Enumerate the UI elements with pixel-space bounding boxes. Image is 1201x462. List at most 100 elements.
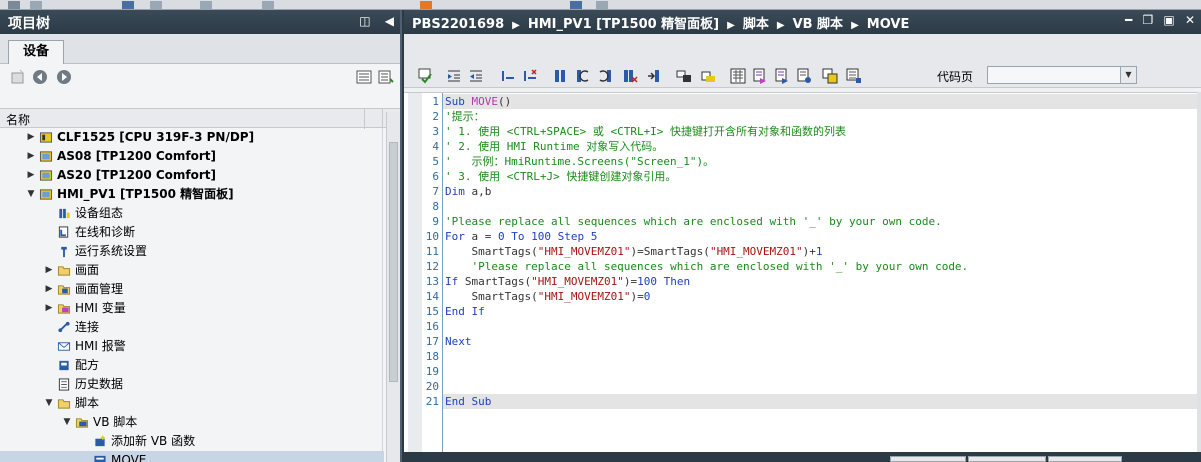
tree-item[interactable]: ▶ HMI 变量: [0, 299, 384, 318]
tree-item[interactable]: ▶ 画面: [0, 261, 384, 280]
go-to-line-icon[interactable]: [646, 68, 662, 84]
breadcrumb-item[interactable]: HMI_PV1 [TP1500 精智面板]: [528, 17, 719, 32]
check-syntax-icon[interactable]: [418, 68, 434, 84]
toolbar-icon[interactable]: [420, 1, 432, 9]
clear-bookmarks-icon[interactable]: [622, 68, 638, 84]
overview-icon[interactable]: [378, 69, 394, 85]
breadcrumb-item[interactable]: 脚本: [743, 17, 769, 32]
tree-item[interactable]: 历史数据: [0, 375, 384, 394]
tree-item[interactable]: 运行系统设置: [0, 242, 384, 261]
tree-item[interactable]: ▶ 画面管理: [0, 280, 384, 299]
code-line[interactable]: 'Please replace all sequences which are …: [445, 214, 942, 229]
bottom-tab[interactable]: [890, 456, 966, 462]
chevron-down-icon[interactable]: ▼: [1120, 67, 1136, 83]
add-device-icon[interactable]: [10, 69, 26, 85]
project-tree-scrollbar[interactable]: [386, 112, 400, 462]
code-line[interactable]: If SmartTags("HMI_MOVEMZ01")=100 Then: [445, 274, 690, 289]
tree-item[interactable]: ▶ AS08 [TP1200 Comfort]: [0, 147, 384, 166]
caret-right-icon[interactable]: ▶: [44, 299, 54, 318]
code-line[interactable]: ' 2. 使用 HMI Runtime 对象写入代码。: [445, 139, 663, 154]
code-line[interactable]: ' 示例：HmiRuntime.Screens("Screen_1")。: [445, 154, 714, 169]
line-number: 7: [432, 185, 439, 198]
function-list-icon[interactable]: [752, 68, 768, 84]
tree-item[interactable]: MOVE: [0, 451, 384, 462]
insert-object-icon[interactable]: [676, 68, 692, 84]
code-line[interactable]: SmartTags("HMI_MOVEMZ01")=0: [445, 289, 650, 304]
insert-snippet-icon[interactable]: [700, 68, 716, 84]
line-number: 18: [425, 350, 439, 363]
forward-icon[interactable]: [56, 69, 72, 85]
back-icon[interactable]: [32, 69, 48, 85]
tree-item[interactable]: 配方: [0, 356, 384, 375]
tree-item[interactable]: ▼ 脚本: [0, 394, 384, 413]
code-page-select[interactable]: ▼: [987, 66, 1137, 84]
tree-item[interactable]: ▼ VB 脚本: [0, 413, 384, 432]
word-complete-icon[interactable]: [822, 68, 838, 84]
tree-item[interactable]: 添加新 VB 函数: [0, 432, 384, 451]
comment-icon[interactable]: [500, 68, 516, 84]
quick-info-icon[interactable]: [846, 68, 862, 84]
previous-bookmark-icon[interactable]: [574, 68, 590, 84]
breadcrumb-item[interactable]: MOVE: [867, 17, 910, 32]
caret-right-icon[interactable]: ▶: [44, 280, 54, 299]
outdent-icon[interactable]: [468, 68, 484, 84]
collapse-panel-icon[interactable]: ◀: [385, 14, 394, 28]
code-line[interactable]: '提示：: [445, 109, 485, 124]
code-line[interactable]: SmartTags("HMI_MOVEMZ01")=SmartTags("HMI…: [445, 244, 822, 259]
code-line[interactable]: Next: [445, 334, 472, 349]
caret-down-icon[interactable]: ▼: [26, 185, 36, 204]
breadcrumb-item[interactable]: VB 脚本: [793, 17, 844, 32]
caret-down-icon[interactable]: ▼: [44, 394, 54, 413]
code-line[interactable]: For a = 0 To 100 Step 5: [445, 229, 597, 244]
tree-item[interactable]: 连接: [0, 318, 384, 337]
tree-item[interactable]: 设备组态: [0, 204, 384, 223]
caret-down-icon[interactable]: ▼: [62, 413, 72, 432]
toolbar-icon[interactable]: [122, 1, 134, 9]
breadcrumb-item[interactable]: PBS2201698: [412, 17, 504, 32]
indent-icon[interactable]: [446, 68, 462, 84]
code-line[interactable]: End Sub: [445, 394, 491, 409]
editor-scrollbar[interactable]: [1197, 92, 1201, 452]
maximize-icon[interactable]: ▣: [1163, 13, 1174, 27]
toolbar-icon[interactable]: [262, 1, 274, 9]
details-view-icon[interactable]: [356, 69, 372, 85]
panel-layout-icon[interactable]: ◫: [359, 14, 370, 28]
restore-icon[interactable]: ❐: [1142, 13, 1153, 27]
caret-right-icon[interactable]: ▶: [26, 147, 36, 166]
close-icon[interactable]: ✕: [1185, 13, 1195, 27]
caret-right-icon[interactable]: ▶: [26, 128, 36, 147]
tag-list-icon[interactable]: [774, 68, 790, 84]
uncomment-icon[interactable]: [522, 68, 538, 84]
toolbar-icon[interactable]: [30, 1, 42, 9]
toolbar-icon[interactable]: [200, 1, 212, 9]
caret-right-icon[interactable]: ▶: [26, 166, 36, 185]
bottom-tab[interactable]: [968, 456, 1046, 462]
tab-devices[interactable]: 设备: [8, 40, 64, 64]
code-line[interactable]: ' 3. 使用 <CTRL+J> 快捷键创建对象引用。: [445, 169, 676, 184]
tree-item[interactable]: HMI 报警: [0, 337, 384, 356]
line-numbers: 1 2 3 4 5 6 7 8 9 10 11 12 13 14 15 16 17 18 19 20 21: [422, 93, 443, 453]
parameter-info-icon[interactable]: [796, 68, 812, 84]
tree-item[interactable]: ▶ AS20 [TP1200 Comfort]: [0, 166, 384, 185]
toolbar-icon[interactable]: [150, 1, 162, 9]
tree-item[interactable]: 在线和诊断: [0, 223, 384, 242]
code-line[interactable]: ' 1. 使用 <CTRL+SPACE> 或 <CTRL+I> 快捷键打开含所有…: [445, 124, 846, 139]
next-bookmark-icon[interactable]: [598, 68, 614, 84]
code-line[interactable]: Sub MOVE(): [445, 94, 511, 109]
toolbar-icon[interactable]: [570, 1, 582, 9]
code-line[interactable]: End If: [445, 304, 485, 319]
minimize-icon[interactable]: ━: [1125, 13, 1132, 27]
code-line[interactable]: 'Please replace all sequences which are …: [445, 259, 968, 274]
code-editor[interactable]: 1 2 3 4 5 6 7 8 9 10 11 12 13 14 15 16 17 18 19 20 21 Sub MO…: [404, 92, 1201, 453]
object-list-icon[interactable]: [730, 68, 746, 84]
tree-item[interactable]: ▼ HMI_PV1 [TP1500 精智面板]: [0, 185, 384, 204]
caret-right-icon[interactable]: ▶: [44, 261, 54, 280]
toolbar-icon[interactable]: [8, 1, 20, 9]
toolbar-icon[interactable]: [596, 1, 608, 9]
bookmark-icon[interactable]: [552, 68, 568, 84]
editor-gutter[interactable]: [408, 93, 422, 453]
code-line[interactable]: Dim a,b: [445, 184, 491, 199]
scrollbar-thumb[interactable]: [389, 142, 398, 382]
bottom-tab[interactable]: [1048, 456, 1122, 462]
tree-item[interactable]: ▶ CLF1525 [CPU 319F-3 PN/DP]: [0, 128, 384, 147]
